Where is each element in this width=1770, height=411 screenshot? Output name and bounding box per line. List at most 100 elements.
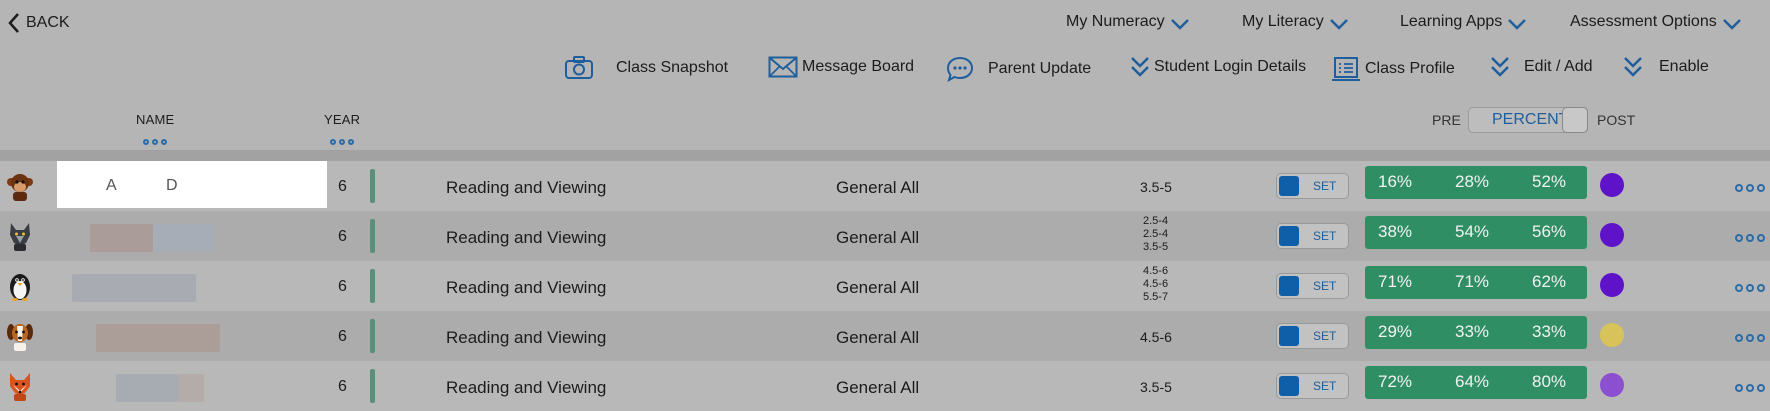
row-more-options[interactable] — [1735, 234, 1765, 242]
strand-label: Reading and Viewing — [446, 178, 607, 197]
strand-indicator — [370, 369, 375, 403]
dot-icon — [1735, 334, 1743, 342]
level-range: 4.5-6 — [1143, 278, 1169, 290]
assessment-set: General All — [836, 178, 920, 197]
menu-learning-apps[interactable]: Learning Apps — [1400, 13, 1527, 31]
score-value: 16% — [1378, 172, 1413, 191]
dot-icon — [339, 139, 345, 145]
dot-icon — [143, 139, 149, 145]
dot-icon — [1735, 384, 1743, 392]
class-snapshot-label: Class Snapshot — [616, 59, 729, 76]
student-row[interactable]: 6 Reading and Viewing General All 4.5-6 … — [0, 311, 1770, 361]
student-row[interactable]: 6 Reading and Viewing General All 4.5-6 … — [0, 261, 1770, 311]
dot-icon — [1746, 184, 1754, 192]
fox-avatar — [6, 371, 34, 401]
menu-my-numeracy-label: My Numeracy — [1066, 13, 1165, 30]
level-range: 5.5-7 — [1143, 291, 1169, 303]
class-snapshot-button[interactable]: Class Snapshot — [564, 56, 728, 80]
menu-my-literacy[interactable]: My Literacy — [1242, 13, 1348, 31]
status-dot — [1600, 373, 1624, 397]
edit-add-button[interactable]: Edit / Add — [1490, 56, 1593, 78]
set-toggle[interactable]: SET — [1276, 323, 1349, 349]
status-dot — [1600, 173, 1624, 197]
pre-label: PRE — [1432, 112, 1461, 128]
header-divider — [0, 150, 1770, 161]
score-pill[interactable]: 16% 28% 52% — [1365, 166, 1587, 199]
class-profile-button[interactable]: Class Profile — [1331, 56, 1455, 82]
score-pill[interactable]: 72% 64% 80% — [1365, 366, 1587, 399]
back-label: BACK — [26, 14, 70, 31]
row-more-options[interactable] — [1735, 334, 1765, 342]
chat-bubble-icon — [946, 56, 974, 82]
message-board-button[interactable]: Message Board — [768, 56, 914, 78]
score-pill[interactable]: 71% 71% 62% — [1365, 266, 1587, 299]
set-toggle-label: SET — [1313, 329, 1337, 343]
top-bar: BACK My Numeracy My Literacy Learning Ap… — [0, 0, 1770, 48]
percent-toggle[interactable]: PERCENT — [1468, 107, 1588, 133]
score-value: 71% — [1378, 272, 1413, 291]
toggle-knob — [1279, 276, 1299, 296]
assessment-set: General All — [836, 278, 920, 297]
strand-indicator — [370, 269, 375, 303]
back-button[interactable]: BACK — [8, 12, 70, 34]
parent-update-button[interactable]: Parent Update — [946, 56, 1091, 82]
percent-toggle-label: PERCENT — [1492, 111, 1569, 128]
level-range: 3.5-5 — [1140, 179, 1172, 195]
student-year: 6 — [338, 228, 347, 245]
status-dot — [1600, 323, 1624, 347]
score-value: 28% — [1455, 172, 1490, 191]
menu-assessment-options[interactable]: Assessment Options — [1570, 13, 1741, 31]
year-column-header: YEAR — [324, 112, 361, 127]
row-more-options[interactable] — [1735, 184, 1765, 192]
level-range: 4.5-6 — [1140, 329, 1172, 345]
score-value: 56% — [1532, 222, 1567, 241]
set-toggle-label: SET — [1313, 379, 1337, 393]
set-toggle[interactable]: SET — [1276, 173, 1349, 199]
student-login-details-button[interactable]: Student Login Details — [1130, 56, 1306, 78]
score-pill[interactable]: 29% 33% 33% — [1365, 316, 1587, 349]
student-row[interactable]: 6 Reading and Viewing General All 3.5-5 … — [0, 361, 1770, 411]
monkey-avatar — [6, 171, 34, 201]
dot-icon — [1746, 284, 1754, 292]
menu-my-numeracy[interactable]: My Numeracy — [1066, 13, 1189, 31]
strand-label: Reading and Viewing — [446, 228, 607, 247]
chevron-down-icon — [1722, 18, 1741, 30]
dot-icon — [152, 139, 158, 145]
score-value: 80% — [1532, 372, 1567, 391]
score-value: 33% — [1532, 322, 1567, 341]
student-initial: D — [166, 177, 178, 194]
student-initial: A — [106, 177, 117, 194]
dot-icon — [1757, 234, 1765, 242]
dot-icon — [161, 139, 167, 145]
clipboard-list-icon — [1331, 56, 1361, 82]
redacted-name — [96, 324, 220, 352]
redacted-name — [72, 274, 196, 302]
status-dot — [1600, 273, 1624, 297]
student-year: 6 — [338, 378, 347, 395]
student-year: 6 — [338, 178, 347, 195]
student-row[interactable]: 6 Reading and Viewing General All 2.5-4 … — [0, 211, 1770, 261]
row-more-options[interactable] — [1735, 284, 1765, 292]
student-year: 6 — [338, 278, 347, 295]
row-more-options[interactable] — [1735, 384, 1765, 392]
score-value: 38% — [1378, 222, 1413, 241]
name-column-options[interactable] — [143, 139, 167, 145]
student-row[interactable]: A D 6 Reading and Viewing General All 3.… — [0, 161, 1770, 211]
assessment-set: General All — [836, 228, 920, 247]
enable-button[interactable]: Enable — [1623, 56, 1709, 78]
dot-icon — [1735, 284, 1743, 292]
double-chevron-down-icon — [1490, 56, 1510, 78]
year-column-options[interactable] — [330, 139, 354, 145]
score-value: 62% — [1532, 272, 1567, 291]
message-board-label: Message Board — [802, 58, 915, 75]
score-pill[interactable]: 38% 54% 56% — [1365, 216, 1587, 249]
set-toggle[interactable]: SET — [1276, 373, 1349, 399]
student-login-details-label: Student Login Details — [1154, 58, 1307, 75]
student-name-cell[interactable]: A D — [57, 161, 327, 208]
toggle-knob — [1279, 176, 1299, 196]
double-chevron-down-icon — [1130, 56, 1150, 78]
set-toggle[interactable]: SET — [1276, 273, 1349, 299]
chevron-down-icon — [1170, 18, 1189, 30]
chevron-down-icon — [1508, 18, 1527, 30]
set-toggle[interactable]: SET — [1276, 223, 1349, 249]
